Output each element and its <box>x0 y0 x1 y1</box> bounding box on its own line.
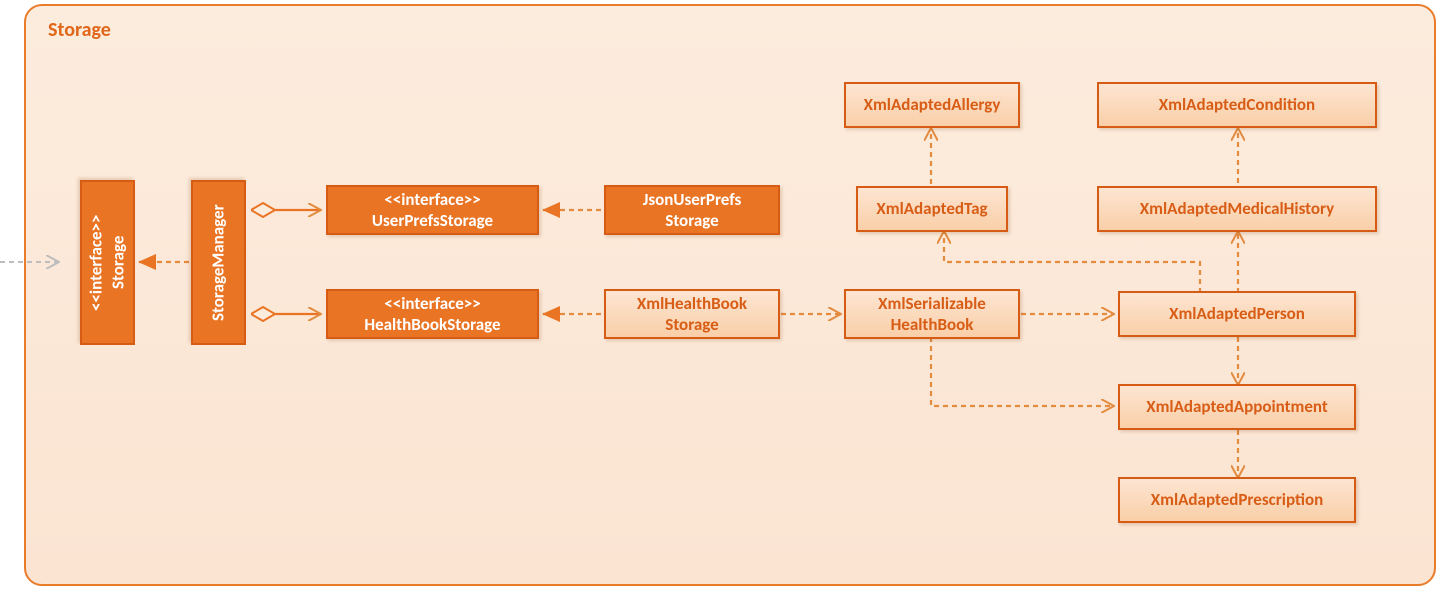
class-name-label: XmlAdaptedTag <box>876 198 987 219</box>
class-xml-adapted-prescription: XmlAdaptedPrescription <box>1118 477 1356 523</box>
class-xml-adapted-condition: XmlAdaptedCondition <box>1097 82 1377 128</box>
package-title: Storage <box>48 18 111 42</box>
class-name-label: XmlAdaptedCondition <box>1159 94 1315 115</box>
class-name-label: UserPrefsStorage <box>372 210 493 231</box>
class-healthbook-interface: <<interface>> HealthBookStorage <box>326 289 539 339</box>
class-storage-manager: StorageManager <box>191 180 246 345</box>
class-name-label: HealthBookStorage <box>364 314 500 335</box>
class-name-line2: Storage <box>665 314 718 335</box>
class-xml-adapted-appointment: XmlAdaptedAppointment <box>1118 384 1356 430</box>
class-xml-adapted-medical-history: XmlAdaptedMedicalHistory <box>1097 186 1377 232</box>
class-name-label: XmlAdaptedAllergy <box>864 94 1001 115</box>
class-name-line1: JsonUserPrefs <box>643 189 741 210</box>
class-xml-adapted-person: XmlAdaptedPerson <box>1118 291 1356 337</box>
class-name-label: XmlAdaptedAppointment <box>1146 396 1328 417</box>
class-name-label: XmlAdaptedMedicalHistory <box>1140 198 1334 219</box>
class-name-label: Storage <box>108 236 130 289</box>
class-storage-interface: <<interface>> Storage <box>80 180 135 345</box>
class-name-line2: HealthBook <box>891 314 974 335</box>
class-name-label: XmlAdaptedPrescription <box>1151 489 1323 510</box>
class-xml-adapted-tag: XmlAdaptedTag <box>856 186 1008 232</box>
class-xml-adapted-allergy: XmlAdaptedAllergy <box>844 82 1020 128</box>
stereotype-label: <<interface>> <box>384 293 480 314</box>
class-xml-healthbook-storage: XmlHealthBook Storage <box>604 289 780 339</box>
stereotype-label: <<interface>> <box>85 214 107 310</box>
class-json-userprefs-storage: JsonUserPrefs Storage <box>604 185 780 235</box>
class-name-line1: XmlSerializable <box>878 293 986 314</box>
class-userprefs-interface: <<interface>> UserPrefsStorage <box>326 185 539 235</box>
class-xml-serializable-healthbook: XmlSerializable HealthBook <box>844 289 1020 339</box>
class-name-label: XmlAdaptedPerson <box>1169 303 1305 324</box>
diagram-canvas: Storage <box>0 0 1447 595</box>
class-name-label: StorageManager <box>207 204 229 321</box>
class-name-line1: XmlHealthBook <box>637 293 747 314</box>
stereotype-label: <<interface>> <box>384 189 480 210</box>
class-name-line2: Storage <box>665 210 718 231</box>
